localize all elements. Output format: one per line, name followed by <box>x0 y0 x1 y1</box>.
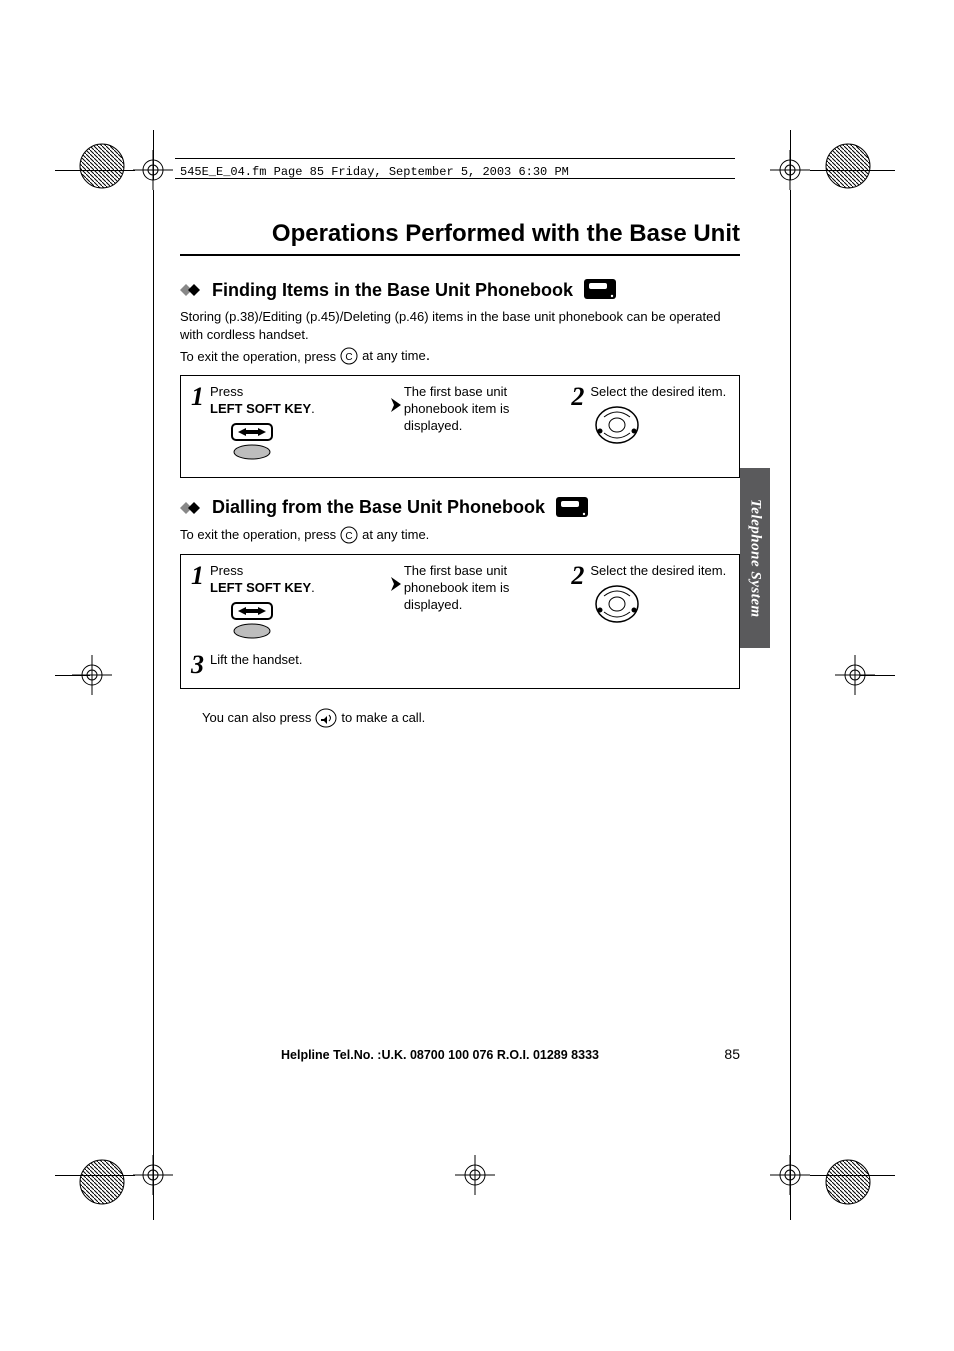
exit-pre: To exit the operation, press <box>180 527 336 542</box>
step-2: 2 Select the desired item. <box>571 563 729 629</box>
crop-line <box>790 130 791 180</box>
svg-text:C: C <box>345 352 352 363</box>
helpline-text: Helpline Tel.No. :U.K. 08700 100 076 R.O… <box>180 1048 700 1062</box>
crop-line <box>55 170 135 171</box>
note-post: to make a call. <box>341 710 425 725</box>
exit-instruction: To exit the operation, press C at any ti… <box>180 526 740 544</box>
page-number: 85 <box>700 1046 740 1062</box>
note-pre: You can also press <box>202 710 311 725</box>
diamond-bullet-icon <box>180 283 206 297</box>
soft-key-icon <box>228 422 315 467</box>
exit-instruction: To exit the operation, press C at any ti… <box>180 347 740 365</box>
svg-text:C: C <box>345 531 352 542</box>
base-unit-icon <box>555 496 589 520</box>
header-rule <box>175 158 735 159</box>
arrow-icon <box>388 384 404 412</box>
registration-ball-icon <box>78 142 126 190</box>
crop-line <box>153 130 154 180</box>
step-number: 1 <box>191 384 204 410</box>
crop-line <box>153 190 154 1190</box>
crop-line <box>790 190 791 1190</box>
crop-line <box>153 1190 154 1220</box>
section-title: Finding Items in the Base Unit Phonebook <box>212 280 573 301</box>
crop-line <box>790 1190 791 1220</box>
crop-line <box>810 170 895 171</box>
steps-box: 1 PressLEFT SOFT KEY. <box>180 554 740 689</box>
chapter-tab: Telephone System <box>740 468 770 648</box>
crop-line <box>55 1175 135 1176</box>
step-1: 1 PressLEFT SOFT KEY. <box>191 384 388 467</box>
steps-box: 1 PressLEFT SOFT KEY. <box>180 375 740 478</box>
c-key-icon: C <box>340 526 358 544</box>
crop-line <box>810 1175 895 1176</box>
base-unit-icon <box>583 278 617 302</box>
footnote: You can also press to make a call. <box>202 707 740 729</box>
soft-key-icon <box>228 601 315 646</box>
step-result: The first base unit phonebook item is di… <box>404 563 572 614</box>
header-rule <box>175 178 735 179</box>
running-head: 545E_E_04.fm Page 85 Friday, September 5… <box>180 165 569 179</box>
section-intro: Storing (p.38)/Editing (p.45)/Deleting (… <box>180 308 740 343</box>
navigator-key-icon <box>594 405 726 450</box>
step-2: 2 Select the desired item. <box>571 384 729 450</box>
step-result: The first base unit phonebook item is di… <box>404 384 572 435</box>
chapter-tab-label: Telephone System <box>747 499 764 618</box>
crop-line <box>55 675 90 676</box>
exit-post: at any time. <box>362 347 430 365</box>
speakerphone-key-icon <box>315 707 337 729</box>
step-1: 1 PressLEFT SOFT KEY. <box>191 563 388 646</box>
crop-line <box>860 675 895 676</box>
arrow-icon <box>388 563 404 591</box>
step-3: 3 Lift the handset. <box>191 652 391 678</box>
step-number: 2 <box>571 384 584 410</box>
registration-ball-icon <box>78 1158 126 1206</box>
step-number: 1 <box>191 563 204 589</box>
section-heading: Dialling from the Base Unit Phonebook <box>180 496 740 520</box>
diamond-bullet-icon <box>180 501 206 515</box>
title-rule <box>180 254 740 256</box>
step-number: 3 <box>191 652 204 678</box>
c-key-icon: C <box>340 347 358 365</box>
page-footer: Helpline Tel.No. :U.K. 08700 100 076 R.O… <box>180 1046 740 1062</box>
navigator-key-icon <box>594 584 726 629</box>
exit-pre: To exit the operation, press <box>180 349 336 364</box>
exit-post: at any time. <box>362 527 429 542</box>
step-number: 2 <box>571 563 584 589</box>
section-title: Dialling from the Base Unit Phonebook <box>212 497 545 518</box>
registration-ball-icon <box>824 1158 872 1206</box>
section-heading: Finding Items in the Base Unit Phonebook <box>180 278 740 302</box>
registration-ball-icon <box>824 142 872 190</box>
crosshair-icon <box>455 1155 495 1195</box>
page-title: Operations Performed with the Base Unit <box>180 220 740 248</box>
